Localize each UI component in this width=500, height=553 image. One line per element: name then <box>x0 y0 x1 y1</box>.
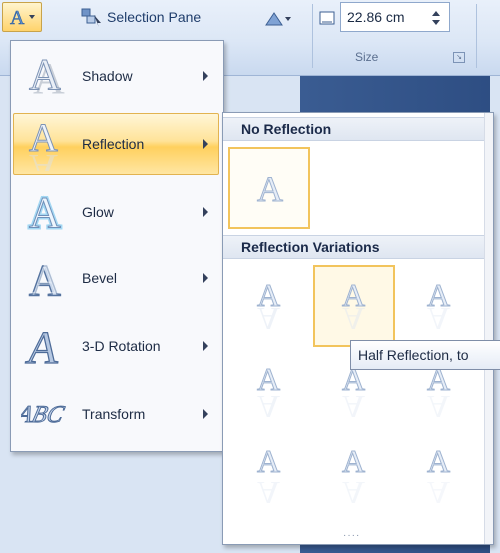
svg-text:A: A <box>29 146 58 171</box>
reflection-variation-swatch[interactable]: A A <box>398 265 480 347</box>
shape-width-field[interactable]: 22.86 cm <box>340 2 450 32</box>
menu-item-label: Bevel <box>82 270 118 286</box>
svg-text:A: A <box>427 389 450 422</box>
submenu-arrow-icon <box>203 273 208 283</box>
menu-item-3d-rotation[interactable]: A 3-D Rotation <box>13 315 219 377</box>
reflection-gallery: No Reflection A Reflection Variations A … <box>222 112 494 545</box>
submenu-arrow-icon <box>203 139 208 149</box>
gallery-resize-grip[interactable]: ···· <box>343 530 360 541</box>
svg-text:A: A <box>10 7 25 28</box>
svg-text:A: A <box>257 443 280 479</box>
reflection-variation-swatch[interactable]: A A <box>228 349 310 431</box>
letter-a-icon: A <box>257 169 284 210</box>
ribbon-group-separator <box>476 4 477 68</box>
half-reflection-swatch[interactable]: A A <box>313 265 395 347</box>
menu-item-glow[interactable]: A A Glow <box>13 181 219 243</box>
ribbon-group-separator <box>312 4 313 68</box>
svg-text:A: A <box>29 188 61 237</box>
submenu-arrow-icon <box>203 409 208 419</box>
rotate-icon <box>265 12 291 26</box>
svg-text:A: A <box>342 475 365 508</box>
menu-item-shadow[interactable]: A A Shadow <box>13 45 219 107</box>
menu-item-transform[interactable]: ABC Transform <box>13 383 219 445</box>
svg-text:A: A <box>257 389 280 422</box>
svg-text:A: A <box>342 301 365 337</box>
svg-text:A: A <box>29 51 61 99</box>
menu-item-label: 3-D Rotation <box>82 338 161 354</box>
reflection-variation-swatch[interactable]: A A <box>228 433 310 515</box>
shadow-icon: A A <box>18 49 74 103</box>
reflection-variations-header: Reflection Variations <box>223 235 493 259</box>
svg-text:A: A <box>342 443 365 479</box>
svg-text:A: A <box>342 389 365 422</box>
selection-pane-label: Selection Pane <box>107 9 202 25</box>
reflection-variation-swatch[interactable]: A A <box>313 433 395 515</box>
text-effects-menu: A A Shadow A A Reflection A A Glow A A B… <box>10 40 224 452</box>
letter-a-reflection-icon: A A <box>257 361 281 423</box>
selection-pane-icon <box>81 8 101 27</box>
no-reflection-header: No Reflection <box>223 117 493 141</box>
tooltip: Half Reflection, to <box>350 340 500 370</box>
reflection-variation-swatch[interactable]: A A <box>228 265 310 347</box>
3d-rotation-icon: A <box>18 319 74 373</box>
gallery-scrollbar[interactable] <box>484 113 493 544</box>
reflection-variation-swatch[interactable]: A A <box>398 433 480 515</box>
svg-text:A: A <box>427 443 450 479</box>
text-effects-icon: A <box>10 7 35 28</box>
svg-text:A: A <box>257 169 283 209</box>
transform-icon: ABC <box>18 387 74 441</box>
size-dialog-launcher-icon[interactable]: ↘ <box>453 52 465 63</box>
menu-item-label: Glow <box>82 204 114 220</box>
spinner-icon[interactable] <box>431 9 441 27</box>
menu-item-label: Shadow <box>82 68 133 84</box>
width-icon <box>319 11 335 25</box>
menu-item-label: Reflection <box>82 136 145 152</box>
letter-a-reflection-icon: A A <box>257 443 281 509</box>
shape-width-value: 22.86 cm <box>347 9 405 25</box>
selection-pane-button[interactable]: Selection Pane <box>80 6 202 28</box>
submenu-arrow-icon <box>203 71 208 81</box>
wordart-effects-button[interactable]: A <box>2 2 42 32</box>
no-reflection-swatch[interactable]: A <box>228 147 310 229</box>
letter-a-reflection-icon: A A <box>427 443 451 509</box>
size-group-label: Size <box>355 50 379 64</box>
menu-item-bevel[interactable]: A A Bevel <box>13 247 219 309</box>
svg-text:A: A <box>31 254 63 303</box>
svg-text:A: A <box>427 475 450 508</box>
rotate-button[interactable] <box>262 8 294 30</box>
letter-a-reflection-icon: A A <box>427 277 451 338</box>
svg-text:ABC: ABC <box>21 401 67 428</box>
menu-item-reflection[interactable]: A A Reflection <box>13 113 219 175</box>
menu-item-label: Transform <box>82 406 146 422</box>
svg-text:A: A <box>427 301 450 337</box>
submenu-arrow-icon <box>203 207 208 217</box>
letter-a-reflection-icon: A A <box>342 443 366 509</box>
letter-a-reflection-icon: A A <box>342 277 366 338</box>
submenu-arrow-icon <box>203 341 208 351</box>
letter-a-reflection-icon: A A <box>257 277 281 338</box>
bevel-icon: A A <box>18 251 74 305</box>
svg-text:A: A <box>257 475 280 508</box>
svg-text:A: A <box>257 301 280 337</box>
reflection-icon: A A <box>18 117 74 171</box>
svg-text:A: A <box>23 322 64 373</box>
glow-icon: A A <box>18 185 74 239</box>
